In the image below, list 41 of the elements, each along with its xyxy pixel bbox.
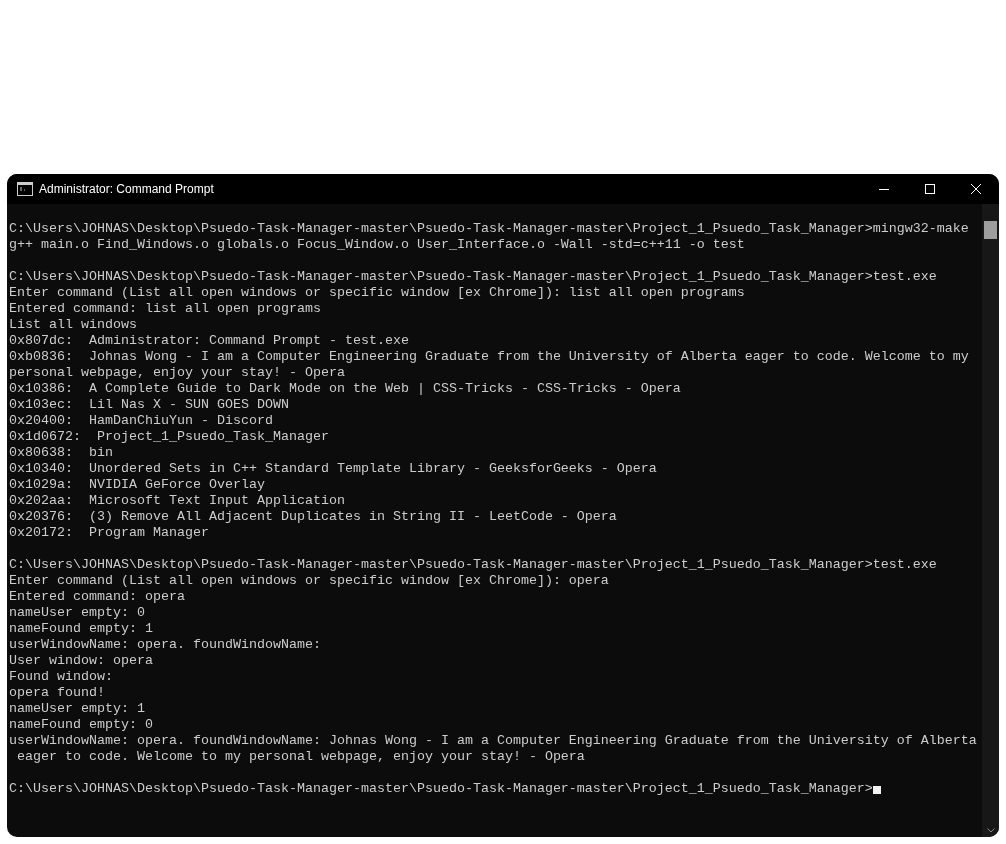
console-line: C:\Users\JOHNAS\Desktop\Psuedo-Task-Manager-master\Psuedo-Task-Manager-master\Project_1_Psuedo_Task_Manager>test.exe xyxy=(9,269,937,285)
text-cursor xyxy=(872,786,881,794)
command-prompt: C:\Users\JOHNAS\Desktop\Psuedo-Task-Manager-master\Psuedo-Task-Manager-master\Project_1_Psuedo_Task_Manager> xyxy=(9,781,873,797)
console-line: 0x10386: A Complete Guide to Dark Mode on the Web | CSS-Tricks - CSS-Tricks - Opera xyxy=(9,381,681,397)
console-line: 0x20400: HamDanChiuYun - Discord xyxy=(9,413,273,429)
console-line: Enter command (List all open windows or specific window [ex Chrome]): list all open programs xyxy=(9,285,745,301)
console-line: eager to code. Welcome to my personal webpage, enjoy your stay! - Opera xyxy=(16,749,585,765)
console-line: 0x1d0672: Project_1_Psuedo_Task_Manager xyxy=(9,429,329,445)
console-line: g++ main.o Find_Windows.o globals.o Focus_Window.o User_Interface.o -Wall -std=c++11 -o test xyxy=(9,237,745,253)
console-line: userWindowName: opera. foundWindowName: xyxy=(9,637,321,653)
console-line: nameFound empty: 1 xyxy=(9,621,153,637)
minimize-icon xyxy=(879,188,889,190)
close-icon xyxy=(971,184,981,194)
console-line: 0x20376: (3) Remove All Adjacent Duplicates in String II - LeetCode - Opera xyxy=(9,509,617,525)
console-line: 0x80638: bin xyxy=(9,445,113,461)
console-line: Enter command (List all open windows or specific window [ex Chrome]): opera xyxy=(9,573,609,589)
console-line: nameUser empty: 0 xyxy=(9,605,145,621)
maximize-icon xyxy=(925,184,935,194)
console-line: C:\Users\JOHNAS\Desktop\Psuedo-Task-Manager-master\Psuedo-Task-Manager-master\Project_1_Psuedo_Task_Manager>test.exe xyxy=(9,557,937,573)
console-line: 0x103ec: Lil Nas X - SUN GOES DOWN xyxy=(9,397,289,413)
console-line: List all windows xyxy=(9,317,137,333)
console-line: Entered command: list all open programs xyxy=(9,301,321,317)
console-line: opera found! xyxy=(9,685,105,701)
console-line: userWindowName: opera. foundWindowName: Johnas Wong - I am a Computer Engineering Graduate from the University of Alberta xyxy=(9,733,977,749)
console-line: 0x1029a: NVIDIA GeForce Overlay xyxy=(9,477,265,493)
console-line: C:\Users\JOHNAS\Desktop\Psuedo-Task-Manager-master\Psuedo-Task-Manager-master\Project_1_Psuedo_Task_Manager>mingw32-make xyxy=(9,221,969,237)
console-icon xyxy=(17,182,33,196)
scrollbar-thumb[interactable] xyxy=(984,221,997,239)
console-line: nameUser empty: 1 xyxy=(9,701,145,717)
console-line: Found window: xyxy=(9,669,113,685)
console-line: 0xb0836: Johnas Wong - I am a Computer Engineering Graduate from the University of Alberta eager to code. Welcome to my xyxy=(9,349,969,365)
console-line: personal webpage, enjoy your stay! - Opera xyxy=(9,365,345,381)
console-line: 0x20172: Program Manager xyxy=(9,525,209,541)
scroll-down-icon[interactable] xyxy=(986,828,995,833)
console-line: Entered command: opera xyxy=(9,589,185,605)
console-line: nameFound empty: 0 xyxy=(9,717,153,733)
console-line: 0x10340: Unordered Sets in C++ Standard Template Library - GeeksforGeeks - Opera xyxy=(9,461,657,477)
window-title: Administrator: Command Prompt xyxy=(39,181,214,198)
console-line: 0x202aa: Microsoft Text Input Application xyxy=(9,493,345,509)
console-line: 0x807dc: Administrator: Command Prompt - test.exe xyxy=(9,333,409,349)
console-line: User window: opera xyxy=(9,653,153,669)
